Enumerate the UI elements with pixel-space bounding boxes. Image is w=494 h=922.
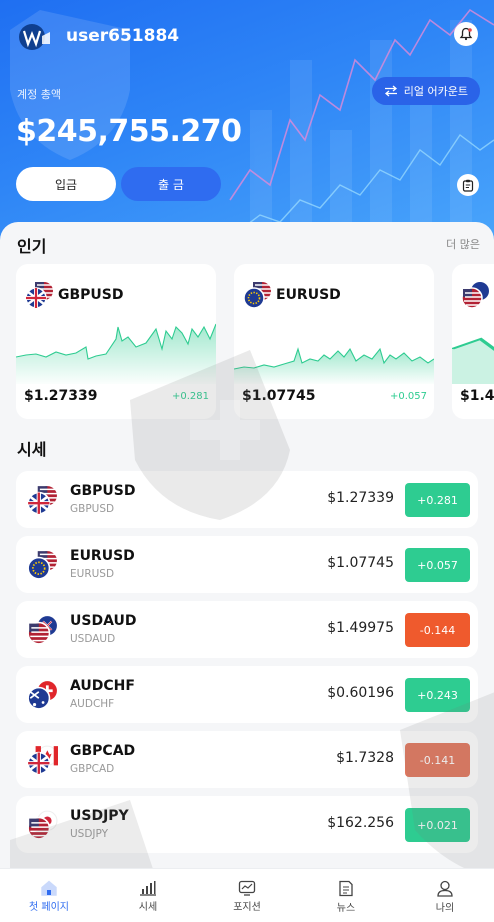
bottom-nav: 첫 페이지 시세 포지션 뉴스 나의 [0,868,494,922]
swap-icon [384,85,397,97]
row-symbol: AUDCHF [70,678,135,694]
row-price: $1.27339 [327,490,394,506]
change-badge: +0.057 [405,548,470,582]
row-symbol: GBPCAD [70,743,136,759]
nav-home[interactable]: 첫 페이지 [0,869,98,922]
popular-price: $1.49975 [460,388,494,404]
notification-button[interactable] [454,22,478,46]
row-symbol: GBPUSD [70,483,136,499]
nav-label: 시세 [138,902,158,913]
row-subtitle: USDJPY [70,828,109,840]
row-subtitle: GBPCAD [70,763,115,775]
position-icon [238,880,256,896]
row-price: $1.07745 [327,555,394,571]
records-button[interactable] [457,174,479,196]
market-row[interactable]: EURUSD EURUSD $1.07745 +0.057 [16,536,478,593]
au-ch-flag-icon [27,681,57,710]
row-symbol: EURUSD [70,548,135,564]
popular-title: 인기 [17,237,47,256]
clipboard-icon [462,179,474,192]
nav-label: 포지션 [233,902,261,913]
row-subtitle: USDAUD [70,633,116,645]
row-price: $0.60196 [327,685,394,701]
market-row[interactable]: USDAUD USDAUD $1.49975 -0.144 [16,601,478,658]
market-row[interactable]: GBPCAD GBPCAD $1.7328 -0.141 [16,731,478,788]
market-row[interactable]: USDJPY USDJPY $162.256 +0.021 [16,796,478,853]
gb-ca-flag-icon [27,745,58,775]
nav-news[interactable]: 뉴스 [297,869,395,922]
popular-change: +0.281 [171,391,209,402]
popular-price: $1.07745 [242,388,316,404]
account-balance: $245,755.270 [16,114,242,149]
row-subtitle: EURUSD [70,568,115,580]
popular-symbol: GBPUSD [58,287,124,303]
sparkline-chart [234,347,434,384]
row-subtitle: GBPUSD [70,503,115,515]
nav-market[interactable]: 시세 [99,869,197,922]
us-au-flag-icon [27,616,57,645]
bell-icon [459,27,473,41]
sparkline-chart [452,337,494,384]
eu-us-flag-icon [243,282,271,309]
news-icon [339,880,353,897]
row-price: $162.256 [327,815,394,831]
more-link[interactable]: 더 많은 [446,236,480,252]
real-account-button[interactable]: 리얼 어카운트 [371,77,480,105]
popular-card[interactable]: GBPUSD $1.27339 +0.281 [16,264,216,419]
market-title: 시세 [17,440,47,459]
account-header: user651884 계정 총액 리얼 어카운트 $245,755.270 입금… [0,0,494,250]
sparkline-chart [16,323,216,384]
nav-position[interactable]: 포지션 [198,869,296,922]
change-badge: -0.144 [405,613,470,647]
popular-symbol: EURUSD [276,287,341,303]
market-row[interactable]: AUDCHF AUDCHF $0.60196 +0.243 [16,666,478,723]
user-icon [437,880,453,897]
popular-card[interactable]: $1.49975 [452,264,494,419]
withdraw-button[interactable]: 출 금 [121,167,221,201]
nav-profile[interactable]: 나의 [396,869,494,922]
row-subtitle: AUDCHF [70,698,115,710]
market-row[interactable]: GBPUSD GBPUSD $1.27339 +0.281 [16,471,478,528]
eu-us-flag-icon [27,551,57,580]
change-badge: +0.281 [405,483,470,517]
row-price: $1.49975 [327,620,394,636]
row-symbol: USDJPY [70,808,129,824]
deposit-button[interactable]: 입금 [16,167,116,201]
gb-us-flag-icon [27,486,57,515]
popular-card[interactable]: EURUSD $1.07745 +0.057 [234,264,434,419]
real-account-label: 리얼 어카운트 [403,85,468,98]
home-icon [41,880,57,896]
row-price: $1.7328 [336,750,394,766]
us-jp-flag-icon [27,810,58,840]
us-au-flag-icon [461,282,489,309]
bar-chart-icon [140,881,156,896]
avatar[interactable] [18,22,52,52]
nav-label: 첫 페이지 [29,902,69,913]
nav-label: 뉴스 [336,903,356,914]
popular-change: +0.057 [389,391,427,402]
change-badge: -0.141 [405,743,470,777]
username: user651884 [66,26,180,46]
change-badge: +0.021 [405,808,470,842]
row-symbol: USDAUD [70,613,137,629]
gb-us-flag-icon [25,282,53,309]
popular-price: $1.27339 [24,388,98,404]
nav-label: 나의 [435,903,455,914]
balance-label: 계정 총액 [17,88,61,101]
change-badge: +0.243 [405,678,470,712]
